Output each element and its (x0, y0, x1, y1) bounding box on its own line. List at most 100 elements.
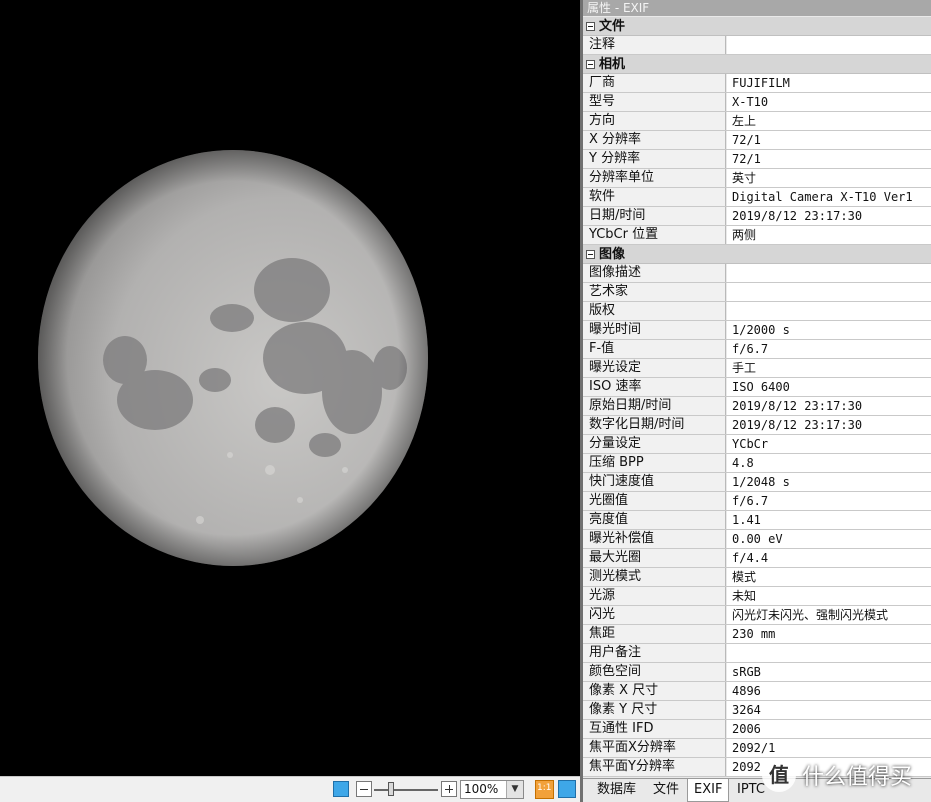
property-value[interactable]: 闪光灯未闪光、强制闪光模式 (727, 606, 931, 624)
property-row[interactable]: 压缩 BPP 4.8 (583, 454, 931, 473)
property-row[interactable]: 快门速度值 1/2048 s (583, 473, 931, 492)
property-row[interactable]: 原始日期/时间 2019/8/12 23:17:30 (583, 397, 931, 416)
exif-table: 文件 注释 相机 厂商 FUJIFILM 型号 X-T10 方向 左上 X 分辨率 72/1 Y 分辨… (583, 17, 931, 777)
property-row[interactable]: ISO 速率 ISO 6400 (583, 378, 931, 397)
property-value[interactable]: 1/2048 s (727, 473, 931, 491)
fit-screen-icon[interactable] (333, 781, 349, 797)
property-row[interactable]: YCbCr 位置 两侧 (583, 226, 931, 245)
zoom-in-button[interactable] (441, 781, 457, 797)
property-value[interactable]: 1/2000 s (727, 321, 931, 339)
property-row[interactable]: 曝光时间 1/2000 s (583, 321, 931, 340)
property-value[interactable]: 2019/8/12 23:17:30 (727, 397, 931, 415)
fullscreen-icon[interactable] (558, 780, 576, 798)
property-value[interactable]: 1.41 (727, 511, 931, 529)
zoom-slider-thumb[interactable] (388, 782, 394, 796)
section-header[interactable]: 图像 (583, 245, 931, 264)
property-row[interactable]: 方向 左上 (583, 112, 931, 131)
property-value[interactable]: 左上 (727, 112, 931, 130)
image-viewer[interactable]: 100% ▼ 1:1 (0, 0, 580, 802)
property-value[interactable] (727, 283, 931, 301)
property-row[interactable]: 光源 未知 (583, 587, 931, 606)
property-value[interactable]: 英寸 (727, 169, 931, 187)
property-value[interactable]: 手工 (727, 359, 931, 377)
property-row[interactable]: 曝光设定 手工 (583, 359, 931, 378)
property-row[interactable]: 注释 (583, 36, 931, 55)
property-value[interactable]: YCbCr (727, 435, 931, 453)
property-row[interactable]: 软件 Digital Camera X-T10 Ver1 (583, 188, 931, 207)
collapse-icon[interactable] (586, 60, 595, 69)
property-value[interactable] (727, 36, 931, 54)
property-row[interactable]: 分量设定 YCbCr (583, 435, 931, 454)
property-row[interactable]: 互通性 IFD 2006 (583, 720, 931, 739)
property-value[interactable]: 4896 (727, 682, 931, 700)
property-value[interactable]: f/6.7 (727, 492, 931, 510)
zoom-level-select[interactable]: 100% ▼ (460, 780, 524, 799)
property-value[interactable]: 0.00 eV (727, 530, 931, 548)
property-key: 测光模式 (583, 568, 726, 586)
property-value[interactable]: 两侧 (727, 226, 931, 244)
exif-properties-panel: 属性 - EXIF 文件 注释 相机 厂商 FUJIFILM 型号 X-T10 方向 左上 X 分… (583, 0, 931, 802)
watermark-logo: 值 (762, 758, 796, 792)
property-row[interactable]: 闪光 闪光灯未闪光、强制闪光模式 (583, 606, 931, 625)
collapse-icon[interactable] (586, 22, 595, 31)
property-row[interactable]: 曝光补偿值 0.00 eV (583, 530, 931, 549)
property-value[interactable]: Digital Camera X-T10 Ver1 (727, 188, 931, 206)
property-value[interactable]: 模式 (727, 568, 931, 586)
property-key: 方向 (583, 112, 726, 130)
property-row[interactable]: 型号 X-T10 (583, 93, 931, 112)
property-value[interactable]: ISO 6400 (727, 378, 931, 396)
property-value[interactable]: f/6.7 (727, 340, 931, 358)
section-header[interactable]: 文件 (583, 17, 931, 36)
property-key: 光圈值 (583, 492, 726, 510)
property-row[interactable]: Y 分辨率 72/1 (583, 150, 931, 169)
section-header[interactable]: 相机 (583, 55, 931, 74)
property-row[interactable]: 颜色空间 sRGB (583, 663, 931, 682)
property-row[interactable]: 图像描述 (583, 264, 931, 283)
property-value[interactable]: 3264 (727, 701, 931, 719)
tab-2[interactable]: EXIF (687, 779, 730, 802)
property-row[interactable]: 艺术家 (583, 283, 931, 302)
property-row[interactable]: 数字化日期/时间 2019/8/12 23:17:30 (583, 416, 931, 435)
actual-size-button[interactable]: 1:1 (535, 780, 554, 799)
property-value[interactable]: f/4.4 (727, 549, 931, 567)
property-value[interactable]: 2092/1 (727, 739, 931, 757)
property-value[interactable]: X-T10 (727, 93, 931, 111)
property-row[interactable]: 亮度值 1.41 (583, 511, 931, 530)
property-value[interactable] (727, 302, 931, 320)
zoom-slider[interactable] (374, 789, 438, 791)
property-row[interactable]: 厂商 FUJIFILM (583, 74, 931, 93)
property-value[interactable]: 4.8 (727, 454, 931, 472)
property-value[interactable] (727, 264, 931, 282)
property-row[interactable]: 测光模式 模式 (583, 568, 931, 587)
zoom-out-button[interactable] (356, 781, 372, 797)
property-value[interactable]: 72/1 (727, 131, 931, 149)
property-value[interactable]: 未知 (727, 587, 931, 605)
property-row[interactable]: 分辨率单位 英寸 (583, 169, 931, 188)
property-value[interactable]: 72/1 (727, 150, 931, 168)
property-value[interactable]: 230 mm (727, 625, 931, 643)
property-row[interactable]: 最大光圈 f/4.4 (583, 549, 931, 568)
property-row[interactable]: 日期/时间 2019/8/12 23:17:30 (583, 207, 931, 226)
property-row[interactable]: 像素 X 尺寸 4896 (583, 682, 931, 701)
property-row[interactable]: 焦距 230 mm (583, 625, 931, 644)
collapse-icon[interactable] (586, 250, 595, 259)
tab-0[interactable]: 数据库 (591, 779, 642, 801)
property-row[interactable]: 光圈值 f/6.7 (583, 492, 931, 511)
property-row[interactable]: 版权 (583, 302, 931, 321)
property-value[interactable]: 2006 (727, 720, 931, 738)
property-row[interactable]: 用户备注 (583, 644, 931, 663)
property-value[interactable]: 2019/8/12 23:17:30 (727, 207, 931, 225)
property-value[interactable]: FUJIFILM (727, 74, 931, 92)
property-value[interactable]: sRGB (727, 663, 931, 681)
property-row[interactable]: F-值 f/6.7 (583, 340, 931, 359)
tab-1[interactable]: 文件 (647, 779, 685, 801)
watermark-text: 什么值得买 (802, 765, 913, 790)
property-key: 最大光圈 (583, 549, 726, 567)
chevron-down-icon[interactable]: ▼ (506, 781, 523, 798)
property-key: 原始日期/时间 (583, 397, 726, 415)
section-title: 图像 (599, 247, 626, 262)
property-value[interactable] (727, 644, 931, 662)
property-row[interactable]: X 分辨率 72/1 (583, 131, 931, 150)
property-row[interactable]: 像素 Y 尺寸 3264 (583, 701, 931, 720)
property-value[interactable]: 2019/8/12 23:17:30 (727, 416, 931, 434)
